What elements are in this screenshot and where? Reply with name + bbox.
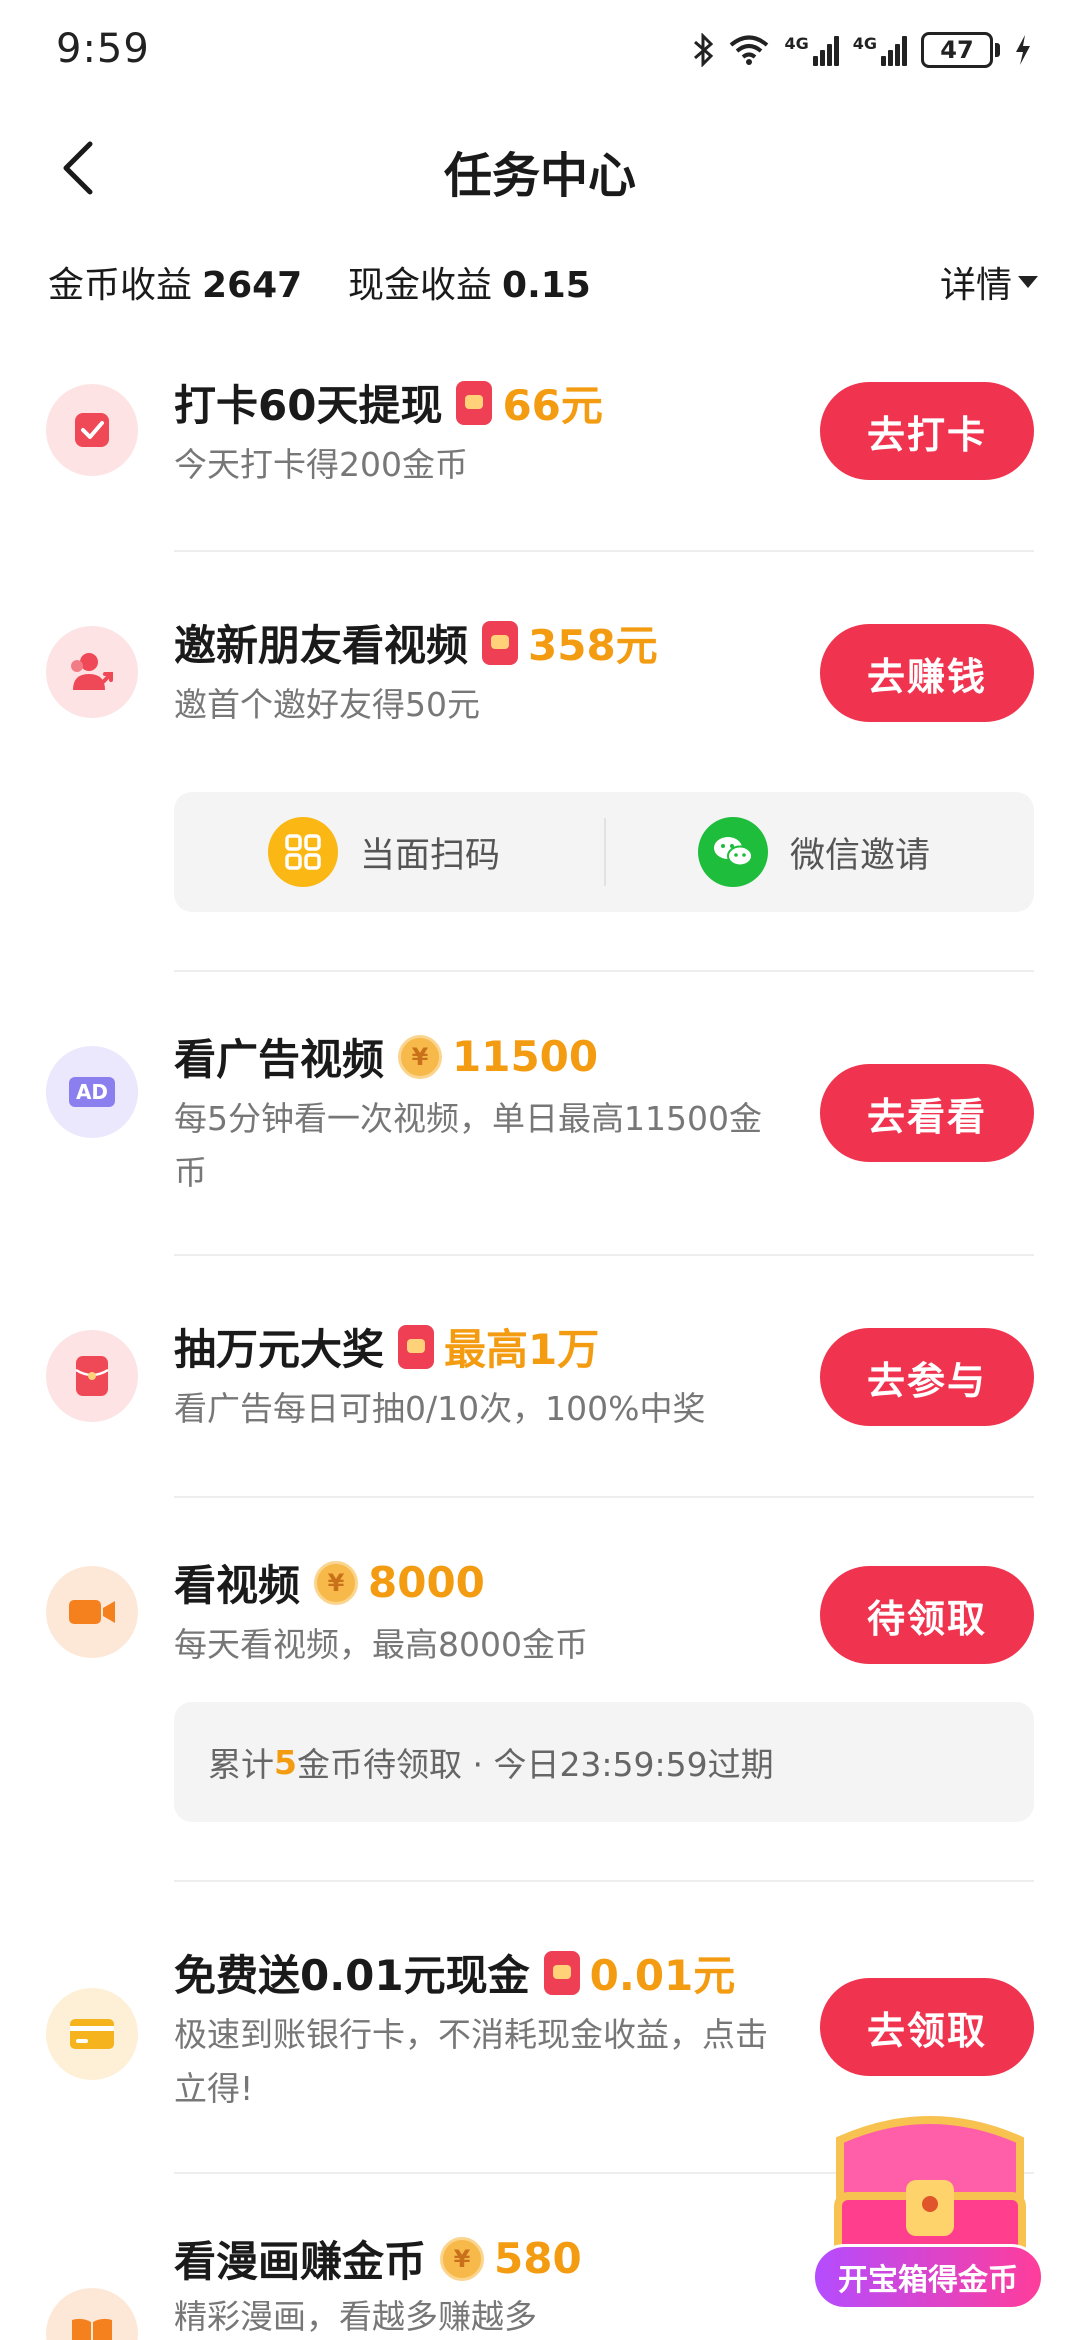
task-title: 看广告视频 ¥11500: [174, 1032, 599, 1084]
task-desc: 今天打卡得200金币: [174, 445, 468, 484]
bank-card-icon: [46, 1988, 138, 2080]
pending-coins-text: 累计 5 金币待领取 · 今日23:59:59过期: [208, 1742, 774, 1785]
reward: 最高1万: [398, 1316, 599, 1377]
task-desc: 极速到账银行卡，不消耗现金收益，点击立得!: [174, 2015, 768, 2108]
scan-qr-option[interactable]: 当面扫码: [268, 792, 500, 912]
battery-icon: 47: [921, 32, 1000, 68]
claim-button[interactable]: 去领取: [820, 1978, 1034, 2076]
coin-icon: ¥: [398, 1034, 443, 1079]
invite-friends-icon: [46, 626, 138, 718]
battery-level: 47: [940, 36, 974, 64]
divider: [174, 1496, 1034, 1498]
coin-icon: ¥: [314, 1560, 359, 1605]
pending-coins-panel: 累计 5 金币待领取 · 今日23:59:59过期: [174, 1702, 1034, 1822]
signal-icon-2: 4G: [853, 34, 907, 66]
reward: ¥11500: [398, 1032, 598, 1081]
task-desc: 邀首个邀好友得50元: [174, 685, 480, 724]
participate-button[interactable]: 去参与: [820, 1328, 1034, 1426]
reward: ¥580: [440, 2234, 582, 2283]
task-desc: 每天看视频，最高8000金币: [174, 1625, 588, 1664]
wechat-icon: [698, 817, 768, 887]
status-bar: 9:59 4G 4G 47: [0, 0, 1080, 110]
red-packet-icon: [456, 380, 493, 425]
header: 任务中心: [0, 110, 1080, 230]
book-icon: [46, 2288, 138, 2340]
signal-icon: 4G: [784, 34, 839, 66]
caret-down-icon: [1018, 276, 1038, 288]
coin-earnings-value: 2647: [202, 265, 303, 306]
wechat-invite-option[interactable]: 微信邀请: [698, 792, 930, 912]
red-packet-icon: [398, 1324, 435, 1369]
pending-claim-button[interactable]: 待领取: [820, 1566, 1034, 1664]
task-desc: 每5分钟看一次视频，单日最高11500金币: [174, 1099, 762, 1192]
coin-earnings: 金币收益 2647: [48, 265, 303, 306]
open-treasure-label[interactable]: 开宝箱得金币: [812, 2244, 1044, 2310]
task-title: 邀新朋友看视频 358元: [174, 612, 658, 673]
coin-icon: ¥: [440, 2236, 485, 2281]
earnings-summary: 金币收益 2647 现金收益 0.15 详情: [48, 250, 1038, 314]
task-title: 抽万元大奖 最高1万: [174, 1316, 599, 1377]
divider: [174, 550, 1034, 552]
divider: [174, 970, 1034, 972]
reward: 0.01元: [543, 1942, 735, 2003]
reward: ¥8000: [314, 1558, 485, 1607]
task-title: 看漫画赚金币 ¥580: [174, 2234, 582, 2286]
task-desc: 看广告每日可抽0/10次，100%中奖: [174, 1389, 706, 1428]
video-camera-icon: [46, 1566, 138, 1658]
task-title: 打卡60天提现 66元: [174, 372, 603, 433]
cash-earnings-value: 0.15: [502, 265, 591, 306]
status-time: 9:59: [56, 26, 150, 72]
task-title: 看视频 ¥8000: [174, 1558, 485, 1610]
lottery-icon: [46, 1330, 138, 1422]
ad-icon: AD: [46, 1046, 138, 1138]
page-title: 任务中心: [443, 148, 636, 204]
panel-separator: [604, 818, 606, 886]
reward: 358元: [482, 612, 658, 673]
divider: [174, 1880, 1034, 1882]
watch-ads-button[interactable]: 去看看: [820, 1064, 1034, 1162]
checkbox-icon: [46, 384, 138, 476]
bluetooth-icon: [694, 33, 714, 67]
invite-options-panel: 当面扫码 微信邀请: [174, 792, 1034, 912]
checkin-button[interactable]: 去打卡: [820, 382, 1034, 480]
red-packet-icon: [543, 1950, 580, 1995]
red-packet-icon: [482, 620, 519, 665]
status-icons: 4G 4G 47: [692, 32, 1032, 68]
cash-earnings: 现金收益 0.15: [348, 265, 591, 306]
reward: 66元: [456, 372, 603, 433]
wifi-icon: [730, 35, 769, 65]
task-title: 免费送0.01元现金 0.01元: [174, 1942, 735, 2003]
divider: [174, 1254, 1034, 1256]
charging-icon: [1016, 35, 1030, 65]
details-dropdown[interactable]: 详情: [940, 256, 1038, 308]
task-desc: 精彩漫画，看越多赚越多: [174, 2297, 537, 2336]
earn-money-button[interactable]: 去赚钱: [820, 624, 1034, 722]
qr-code-icon: [268, 817, 338, 887]
